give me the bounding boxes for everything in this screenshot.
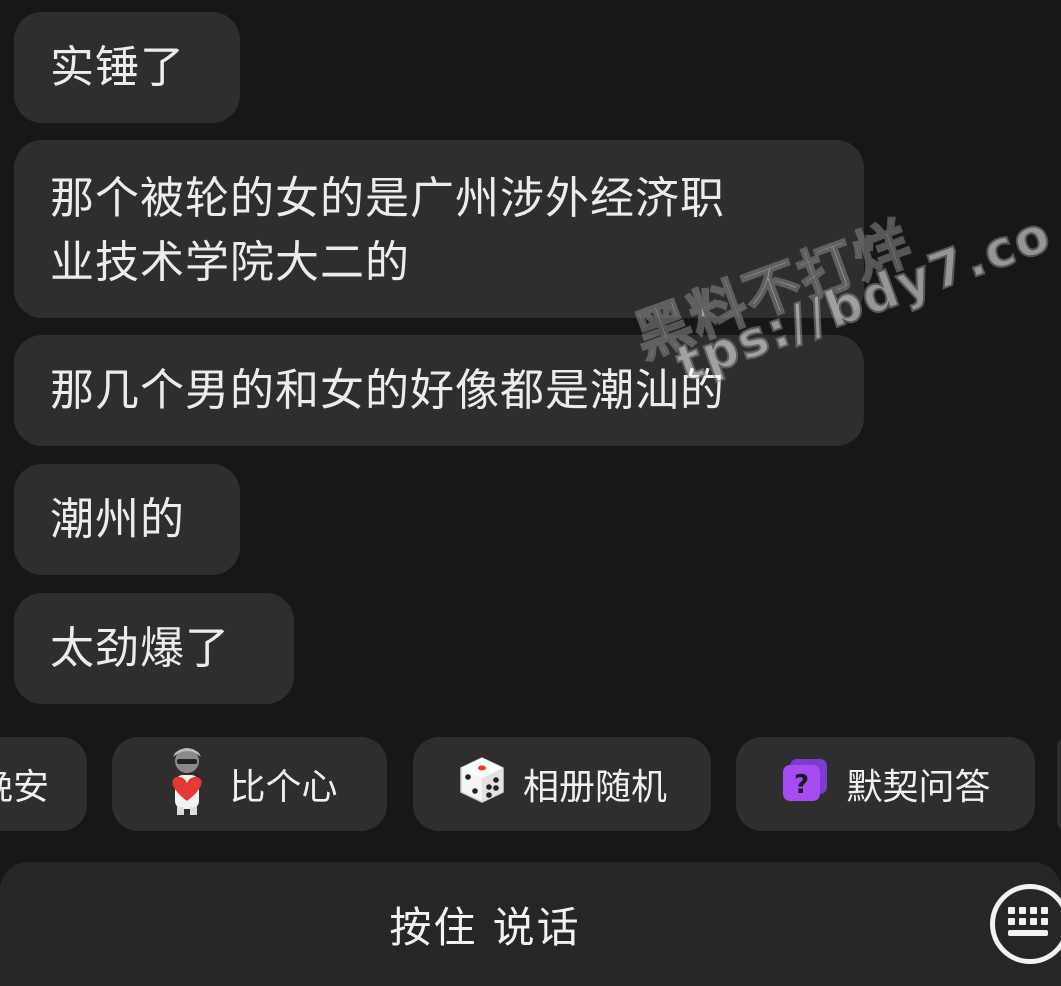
- quick-action-quiz[interactable]: ? 默契问答: [736, 737, 1035, 831]
- message-text: 实锤了: [50, 41, 185, 93]
- quick-action-label: 默契问答: [846, 767, 991, 808]
- quick-action-heart[interactable]: 比个心: [112, 737, 387, 831]
- input-bar: 按住 说话: [0, 862, 1061, 986]
- message-text: 潮州的: [50, 493, 185, 545]
- keyboard-toggle-button[interactable]: [990, 884, 1061, 964]
- message-text: 那几个男的和女的好像都是潮汕的: [50, 364, 725, 416]
- quick-action-label: 比个心: [229, 767, 338, 808]
- hold-to-talk-label: 按住 说话: [389, 902, 581, 952]
- message-bubble[interactable]: 太劲爆了: [14, 593, 294, 704]
- message-bubble[interactable]: 实锤了: [14, 12, 240, 123]
- quick-action-random-album[interactable]: 相册随机: [413, 737, 711, 831]
- question-icon: ?: [780, 756, 830, 813]
- message-bubble[interactable]: 那几个男的和女的好像都是潮汕的: [14, 335, 864, 446]
- keyboard-icon: [1008, 907, 1048, 936]
- message-text-line: 那个被轮的女的是广州涉外经济职: [50, 173, 725, 224]
- quick-action-label: 相册随机: [522, 767, 667, 808]
- message-bubble[interactable]: 潮州的: [14, 464, 240, 575]
- message-text-line: 业技术学院大二的: [50, 237, 410, 288]
- svg-text:?: ?: [794, 770, 809, 800]
- heart-sticker-icon: [161, 745, 213, 824]
- message-text: 太劲爆了: [50, 622, 230, 674]
- hold-to-talk-button[interactable]: 按住 说话: [0, 862, 970, 986]
- message-bubble[interactable]: 那个被轮的女的是广州涉外经济职 业技术学院大二的: [14, 140, 864, 318]
- quick-action-label: 晚安: [0, 767, 49, 808]
- quick-action-goodnight[interactable]: 晚安: [0, 737, 87, 831]
- dice-icon: [457, 755, 507, 814]
- quick-action-overflow[interactable]: [1057, 737, 1061, 831]
